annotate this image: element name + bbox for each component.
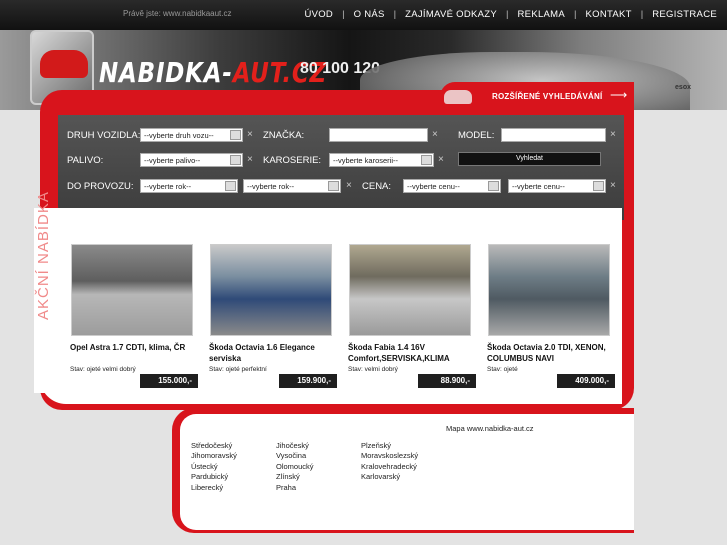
arrow-right-icon[interactable]: ⟶ xyxy=(610,88,627,102)
year-from-select[interactable]: --vyberte rok-- xyxy=(140,179,238,193)
vehicle-type-label: DRUH VOZIDLA: xyxy=(67,130,141,141)
clear-icon[interactable]: × xyxy=(346,180,352,191)
car-photo[interactable] xyxy=(210,244,332,336)
dropdown-arrow-icon xyxy=(230,130,241,140)
section-title: AKČNÍ NABÍDKA xyxy=(35,191,52,320)
clear-icon[interactable]: × xyxy=(247,154,253,165)
nav-zajimave-odkazy[interactable]: ZAJÍMAVÉ ODKAZY xyxy=(405,9,497,20)
clear-icon[interactable]: × xyxy=(438,154,444,165)
search-form: DRUH VOZIDLA: --vyberte druh vozu-- × ZN… xyxy=(58,115,624,220)
clear-icon[interactable]: × xyxy=(247,129,253,140)
offer-name[interactable]: Škoda Octavia 2.0 TDI, XENON, COLUMBUS N… xyxy=(487,342,617,364)
model-label: MODEL: xyxy=(458,130,495,141)
region-link[interactable]: Ústecký xyxy=(191,462,237,472)
offer-name[interactable]: Škoda Fabia 1.4 16V Comfort,SERVISKA,KLI… xyxy=(348,342,478,364)
region-link[interactable]: Jihočeský xyxy=(276,441,314,451)
site-logo[interactable]: NABIDKA-AUT.CZ xyxy=(99,56,327,89)
brand-label: ZNAČKA: xyxy=(263,130,305,141)
region-column-2: Jihočeský Vysočina Olomoucký Zlínský Pra… xyxy=(276,441,314,493)
dropdown-arrow-icon xyxy=(230,155,241,165)
year-to-select[interactable]: --vyberte rok-- xyxy=(243,179,341,193)
dropdown-arrow-icon xyxy=(488,181,499,191)
year-label: DO PROVOZU: xyxy=(67,181,134,192)
nav-uvod[interactable]: ÚVOD xyxy=(304,9,333,20)
offer-state: Stav: velmi dobrý xyxy=(348,366,398,373)
nav-kontakt[interactable]: KONTAKT xyxy=(586,9,632,20)
price-label: CENA: xyxy=(362,181,392,192)
region-link[interactable]: Středočeský xyxy=(191,441,237,451)
dropdown-arrow-icon xyxy=(225,181,236,191)
car-photo[interactable] xyxy=(349,244,471,336)
dropdown-arrow-icon xyxy=(328,181,339,191)
clear-icon[interactable]: × xyxy=(610,129,616,140)
region-link[interactable]: Pardubický xyxy=(191,472,237,482)
region-link[interactable]: Karlovarský xyxy=(361,472,418,482)
brand-input[interactable] xyxy=(329,128,428,142)
advanced-search-link[interactable]: ROZŠÍŘENÉ VYHLEDÁVÁNÍ xyxy=(492,92,602,101)
price-from-select[interactable]: --vyberte cenu-- xyxy=(403,179,501,193)
esox-credit[interactable]: esox xyxy=(675,84,691,91)
region-link[interactable]: Liberecký xyxy=(191,483,237,493)
nav-reklama[interactable]: REKLAMA xyxy=(518,9,566,20)
top-bar: Právě jste: www.nabidkaaut.cz ÚVOD | O NÁ… xyxy=(0,0,727,30)
offer-card[interactable]: Škoda Octavia 1.6 Elegance serviska Stav… xyxy=(206,240,338,390)
offer-price: 159.900,- xyxy=(279,374,337,388)
car-icon xyxy=(444,90,472,104)
region-link[interactable]: Moravskoslezský xyxy=(361,451,418,461)
map-title[interactable]: Mapa www.nabidka-aut.cz xyxy=(446,424,534,433)
body-select[interactable]: --vyberte karoserii-- xyxy=(329,153,434,167)
region-link[interactable]: Olomoucký xyxy=(276,462,314,472)
offer-card[interactable]: Opel Astra 1.7 CDTI, klima, ČR Stav: oje… xyxy=(67,240,199,390)
offer-name[interactable]: Opel Astra 1.7 CDTI, klima, ČR xyxy=(70,342,200,353)
region-link[interactable]: Jihomoravský xyxy=(191,451,237,461)
offer-price: 409.000,- xyxy=(557,374,615,388)
offer-name[interactable]: Škoda Octavia 1.6 Elegance serviska xyxy=(209,342,339,364)
offer-state: Stav: ojeté xyxy=(487,366,518,373)
nav-registrace[interactable]: REGISTRACE xyxy=(652,9,717,20)
region-link[interactable]: Plzeňský xyxy=(361,441,418,451)
search-button[interactable]: Vyhledat xyxy=(458,152,601,166)
clear-icon[interactable]: × xyxy=(432,129,438,140)
fuel-label: PALIVO: xyxy=(67,155,104,166)
region-link[interactable]: Kralovehradecký xyxy=(361,462,418,472)
body-label: KAROSERIE: xyxy=(263,155,322,166)
car-logo-icon xyxy=(40,50,88,78)
region-column-1: Středočeský Jihomoravský Ústecký Pardubi… xyxy=(191,441,237,493)
offer-price: 88.900,- xyxy=(418,374,476,388)
offer-card[interactable]: Škoda Fabia 1.4 16V Comfort,SERVISKA,KLI… xyxy=(345,240,477,390)
region-column-3: Plzeňský Moravskoslezský Kralovehradecký… xyxy=(361,441,418,483)
dropdown-arrow-icon xyxy=(421,155,432,165)
car-photo[interactable] xyxy=(488,244,610,336)
price-to-select[interactable]: --vyberte cenu-- xyxy=(508,179,606,193)
region-link[interactable]: Praha xyxy=(276,483,314,493)
offer-state: Stav: ojeté velmi dobrý xyxy=(70,366,136,373)
offer-price: 155.000,- xyxy=(140,374,198,388)
current-site-text: Právě jste: www.nabidkaaut.cz xyxy=(123,9,232,18)
offer-card[interactable]: Škoda Octavia 2.0 TDI, XENON, COLUMBUS N… xyxy=(484,240,616,390)
dropdown-arrow-icon xyxy=(593,181,604,191)
model-input[interactable] xyxy=(501,128,606,142)
region-link[interactable]: Zlínský xyxy=(276,472,314,482)
top-nav: ÚVOD | O NÁS | ZAJÍMAVÉ ODKAZY | REKLAMA | K… xyxy=(304,9,717,20)
vehicle-type-select[interactable]: --vyberte druh vozu-- xyxy=(140,128,243,142)
nav-o-nas[interactable]: O NÁS xyxy=(354,9,385,20)
clear-icon[interactable]: × xyxy=(610,180,616,191)
offer-state: Stav: ojeté perfektní xyxy=(209,366,267,373)
car-photo[interactable] xyxy=(71,244,193,336)
fuel-select[interactable]: --vyberte palivo-- xyxy=(140,153,243,167)
region-link[interactable]: Vysočina xyxy=(276,451,314,461)
